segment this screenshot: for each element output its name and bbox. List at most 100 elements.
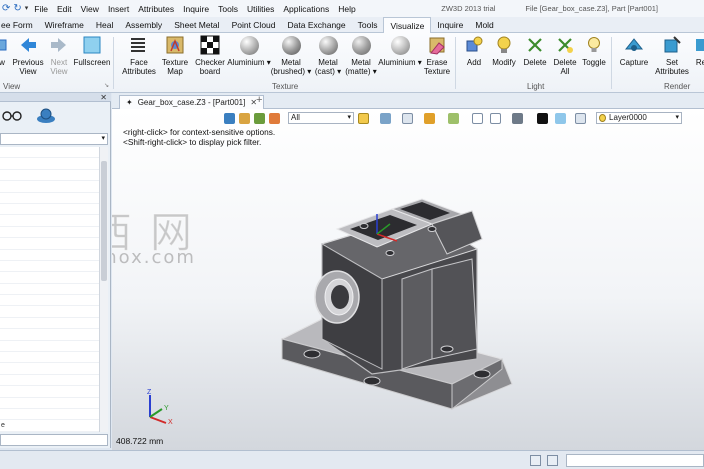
tab-mold[interactable]: Mold bbox=[469, 17, 499, 32]
new-tab-button[interactable]: + bbox=[256, 94, 262, 106]
list-item[interactable] bbox=[0, 193, 99, 204]
toggle-light-button[interactable]: Toggle bbox=[580, 35, 608, 67]
chevron-down-icon[interactable]: ▾ bbox=[337, 67, 341, 76]
capture-button[interactable]: Capture bbox=[617, 35, 651, 67]
chevron-down-icon[interactable]: ▾ bbox=[267, 58, 271, 67]
list-item[interactable] bbox=[0, 318, 99, 330]
view-orient-icon[interactable] bbox=[402, 113, 413, 124]
list-item[interactable] bbox=[0, 398, 99, 409]
list-scrollbar[interactable] bbox=[99, 147, 108, 432]
list-item[interactable] bbox=[0, 386, 99, 398]
list-item[interactable] bbox=[0, 306, 99, 318]
glasses-icon[interactable] bbox=[2, 110, 22, 124]
list-item[interactable] bbox=[0, 158, 99, 170]
close-icon[interactable]: ✕ bbox=[100, 93, 107, 102]
scrollbar-thumb[interactable] bbox=[101, 161, 107, 281]
list-item[interactable] bbox=[0, 272, 99, 284]
pick-filter-icon[interactable] bbox=[224, 113, 235, 124]
color-swatch[interactable] bbox=[537, 113, 548, 124]
dialog-launcher-icon[interactable]: ↘ bbox=[104, 82, 109, 89]
filter-select[interactable]: All ▾ bbox=[288, 112, 354, 124]
redo-icon[interactable]: ↻ bbox=[13, 3, 21, 14]
transparency-icon[interactable] bbox=[555, 113, 566, 124]
grid-icon[interactable] bbox=[490, 113, 501, 124]
pencil-icon[interactable] bbox=[239, 113, 250, 124]
tab-point-cloud[interactable]: Point Cloud bbox=[226, 17, 282, 32]
list-item[interactable] bbox=[0, 147, 99, 159]
document-tab[interactable]: ✦ Gear_box_case.Z3 - [Part001] ✕ bbox=[119, 95, 265, 109]
face-attributes-button[interactable]: Face Attributes bbox=[118, 35, 160, 76]
list-item[interactable] bbox=[0, 227, 99, 239]
erase-texture-button[interactable]: Erase Texture bbox=[422, 35, 452, 76]
list-item[interactable] bbox=[0, 204, 99, 216]
delete-all-lights-button[interactable]: Delete All bbox=[551, 35, 579, 76]
view-cut-button[interactable]: w bbox=[0, 35, 10, 67]
chevron-down-icon[interactable]: ▾ bbox=[307, 67, 311, 76]
menu-tools[interactable]: Tools bbox=[218, 4, 238, 14]
tab-wireframe[interactable]: Wireframe bbox=[39, 17, 90, 32]
object-icon[interactable] bbox=[269, 113, 280, 124]
list-item[interactable] bbox=[0, 215, 99, 227]
list-item[interactable] bbox=[0, 261, 99, 273]
cycle-icon[interactable]: ⟳ bbox=[2, 3, 10, 14]
list-item[interactable] bbox=[0, 284, 99, 296]
tab-data-exchange[interactable]: Data Exchange bbox=[282, 17, 352, 32]
shaded-icon[interactable] bbox=[358, 113, 369, 124]
menu-edit[interactable]: Edit bbox=[57, 4, 72, 14]
modify-light-button[interactable]: Modify bbox=[489, 35, 519, 67]
gearbox-model[interactable] bbox=[272, 169, 612, 429]
metal-brushed-button[interactable]: Metal (brushed) ▾ bbox=[271, 35, 311, 76]
layer-manager-icon[interactable] bbox=[575, 113, 586, 124]
menu-view[interactable]: View bbox=[81, 4, 99, 14]
panel-filter-select[interactable]: ▾ bbox=[0, 133, 108, 145]
menu-utilities[interactable]: Utilities bbox=[247, 4, 274, 14]
list-item[interactable] bbox=[0, 170, 99, 182]
delete-light-button[interactable]: Delete bbox=[521, 35, 549, 67]
background-icon[interactable] bbox=[512, 113, 523, 124]
render-button[interactable]: Re bbox=[694, 35, 704, 67]
tab-inquire[interactable]: Inquire bbox=[431, 17, 469, 32]
list-item[interactable] bbox=[0, 363, 99, 375]
menu-applications[interactable]: Applications bbox=[283, 4, 329, 14]
list-item[interactable] bbox=[0, 409, 99, 421]
set-attributes-button[interactable]: Set Attributes bbox=[652, 35, 692, 76]
render-style-icon[interactable] bbox=[424, 113, 435, 124]
graphics-viewport[interactable]: All ▾ Layer0000 ▾ <right-click> for cont… bbox=[112, 109, 704, 450]
view-toggle-icon[interactable] bbox=[547, 455, 558, 466]
list-item[interactable] bbox=[0, 352, 99, 364]
metal-matte-button[interactable]: Metal (matte) ▾ bbox=[345, 35, 377, 76]
section-icon[interactable] bbox=[472, 113, 483, 124]
cube-icon[interactable] bbox=[254, 113, 265, 124]
previous-view-button[interactable]: Previous View bbox=[12, 35, 44, 76]
list-item[interactable] bbox=[0, 181, 99, 193]
tab-sheet-metal[interactable]: Sheet Metal bbox=[168, 17, 225, 32]
chevron-down-icon[interactable]: ▾ bbox=[373, 67, 377, 76]
menu-help[interactable]: Help bbox=[338, 4, 355, 14]
next-view-button[interactable]: Next View bbox=[48, 35, 70, 76]
list-item[interactable] bbox=[0, 341, 99, 353]
layer-select[interactable]: Layer0000 ▾ bbox=[596, 112, 682, 124]
list-item[interactable] bbox=[0, 375, 99, 387]
menu-file[interactable]: File bbox=[34, 4, 48, 14]
list-item[interactable] bbox=[0, 238, 99, 250]
metal-cast-button[interactable]: Metal (cast) ▾ bbox=[313, 35, 343, 76]
texture-map-button[interactable]: Texture Map bbox=[160, 35, 190, 76]
checkerboard-button[interactable]: Checker board bbox=[194, 35, 226, 76]
aluminium-button[interactable]: Aluminium ▾ bbox=[227, 35, 271, 67]
snap-icon[interactable] bbox=[530, 455, 541, 466]
list-item[interactable] bbox=[0, 329, 99, 341]
menu-insert[interactable]: Insert bbox=[108, 4, 129, 14]
dropdown-icon[interactable]: ▾ bbox=[25, 5, 29, 12]
fullscreen-button[interactable]: Fullscreen bbox=[73, 35, 111, 67]
list-item[interactable] bbox=[0, 295, 99, 307]
add-light-button[interactable]: Add bbox=[461, 35, 487, 67]
aluminium-button-2[interactable]: Aluminium ▾ bbox=[378, 35, 422, 67]
tab-visualize[interactable]: Visualize bbox=[383, 17, 432, 33]
tab-assembly[interactable]: Assembly bbox=[119, 17, 168, 32]
tab-free-form[interactable]: ee Form bbox=[0, 17, 39, 32]
menu-attributes[interactable]: Attributes bbox=[138, 4, 174, 14]
tab-tools[interactable]: Tools bbox=[352, 17, 384, 32]
menu-inquire[interactable]: Inquire bbox=[183, 4, 209, 14]
visibility-icon[interactable] bbox=[36, 108, 56, 126]
zoom-icon[interactable] bbox=[448, 113, 459, 124]
